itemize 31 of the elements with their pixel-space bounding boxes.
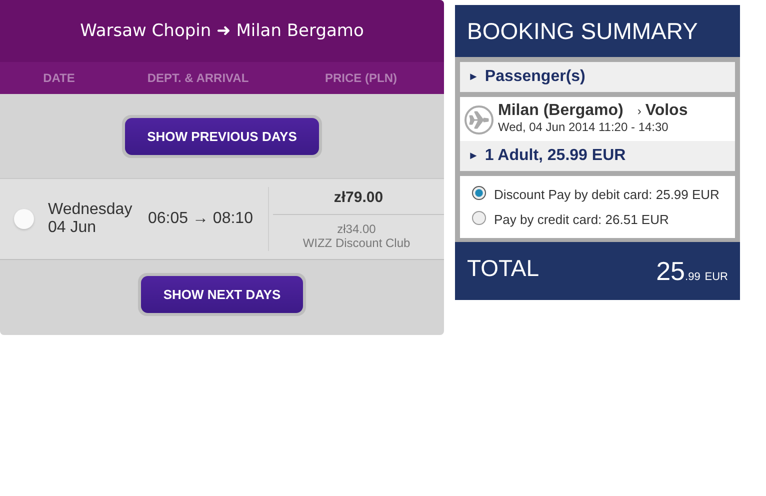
column-header: PRICE (PLN) xyxy=(324,71,398,85)
column-header: DATE xyxy=(42,71,76,85)
flight-radio[interactable] xyxy=(14,209,34,229)
weekday-text: Wednesday xyxy=(48,201,134,219)
payment-radio[interactable] xyxy=(472,211,486,225)
fare-label: 1 Adult, 25.99 EUR xyxy=(484,147,626,165)
payment-option-label[interactable]: Discount Pay by debit card: 25.99 EUR xyxy=(494,187,720,202)
triangle-icon: ► xyxy=(468,71,479,83)
summary-title: BOOKING SUMMARY xyxy=(467,18,698,44)
flight-times: 06:05 → 08:10 xyxy=(148,210,254,228)
fare-section[interactable]: ► 1 Adult, 25.99 EUR xyxy=(460,141,735,171)
triangle-icon: ► xyxy=(468,150,479,162)
payment-radio[interactable] xyxy=(472,186,486,200)
passengers-label: Passenger(s) xyxy=(484,68,586,86)
total-amount: 25.99 EUR xyxy=(656,256,728,286)
payment-option-label[interactable]: Pay by credit card: 26.51 EUR xyxy=(494,212,669,227)
club-price-text: zł34.00 xyxy=(337,222,376,236)
total-label: TOTAL xyxy=(467,254,539,282)
route-title: Warsaw Chopin ➜ Milan Bergamo xyxy=(80,21,364,41)
origin-text: Milan (Bergamo) xyxy=(498,102,624,120)
chevron-icon: › xyxy=(637,104,642,118)
date-text: 04 Jun xyxy=(48,219,98,237)
show-next-days-button[interactable]: SHOW NEXT DAYS xyxy=(141,276,303,313)
airplane-icon xyxy=(464,105,494,135)
destination-text: Volos xyxy=(645,102,688,120)
show-previous-days-button[interactable]: SHOW PREVIOUS DAYS xyxy=(125,118,319,154)
column-header: DEPT. & ARRIVAL xyxy=(146,71,250,85)
club-label: WIZZ Discount Club xyxy=(302,236,410,250)
passengers-section[interactable]: ► Passenger(s) xyxy=(460,62,735,92)
price-text: zł79.00 xyxy=(273,187,444,215)
flight-datetime: Wed, 04 Jun 2014 11:20 - 14:30 xyxy=(498,120,670,134)
